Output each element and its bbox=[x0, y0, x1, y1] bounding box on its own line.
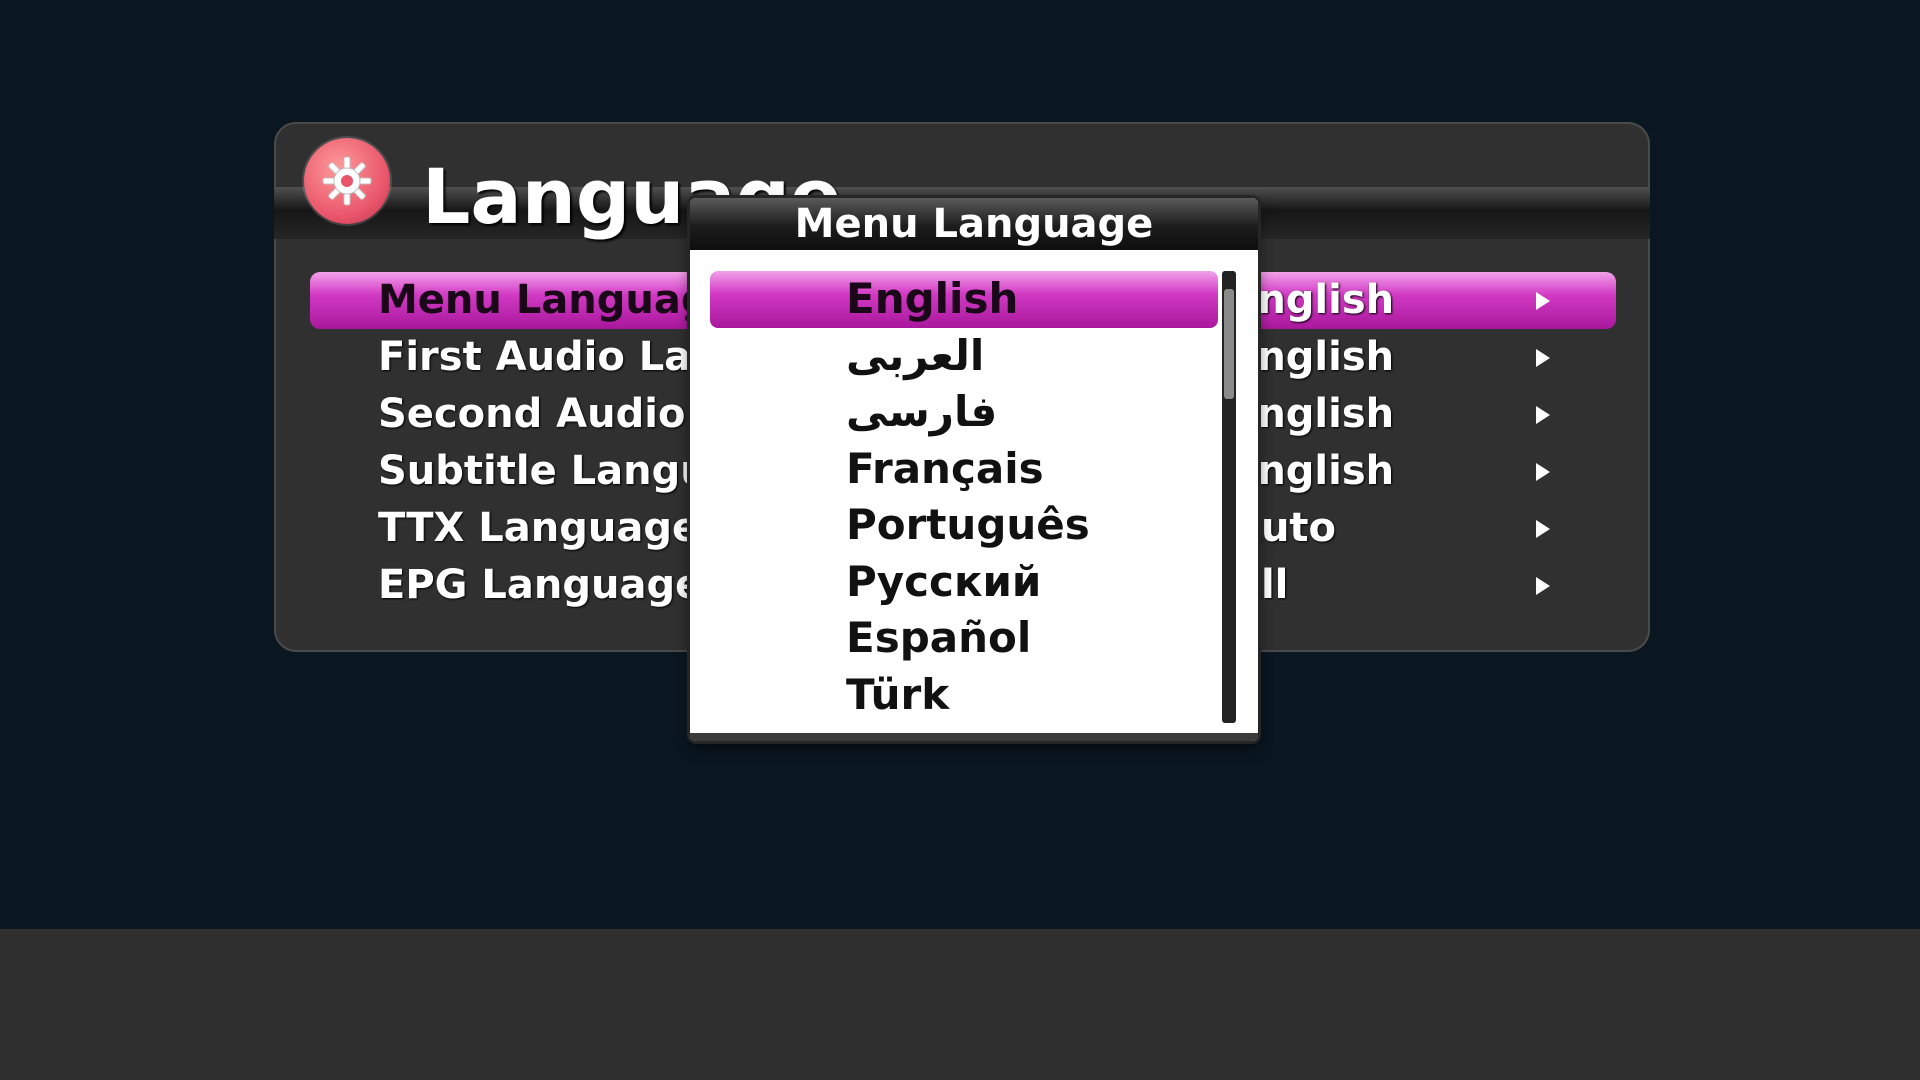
arrow-right-icon bbox=[1536, 463, 1550, 481]
language-option-label: Türk bbox=[846, 669, 950, 719]
scrollbar-thumb[interactable] bbox=[1224, 289, 1234, 399]
arrow-right-icon bbox=[1536, 349, 1550, 367]
language-option[interactable]: Español bbox=[710, 610, 1218, 667]
language-option[interactable]: Русский bbox=[710, 554, 1218, 611]
gear-icon bbox=[304, 138, 390, 224]
language-option-list: English العربى فارسى Français Português … bbox=[710, 271, 1218, 723]
language-option-label: Русский bbox=[846, 556, 1042, 606]
language-option[interactable]: فارسى bbox=[710, 384, 1218, 441]
language-option-label: Español bbox=[846, 613, 1032, 662]
language-option[interactable]: Türk bbox=[710, 667, 1218, 724]
setting-label: Menu Language bbox=[378, 277, 737, 323]
arrow-right-icon bbox=[1536, 406, 1550, 424]
arrow-right-icon bbox=[1536, 520, 1550, 538]
language-option[interactable]: Português bbox=[710, 497, 1218, 554]
language-option-label: Français bbox=[846, 443, 1044, 493]
arrow-right-icon bbox=[1536, 577, 1550, 595]
language-option[interactable]: Français bbox=[710, 441, 1218, 498]
language-option-label: فارسى bbox=[846, 387, 998, 436]
dropdown-footer bbox=[690, 733, 1258, 741]
arrow-right-icon bbox=[1536, 292, 1550, 310]
bottom-status-bar bbox=[0, 929, 1920, 1080]
language-option-label: Português bbox=[846, 500, 1090, 549]
menu-language-dropdown: Menu Language English العربى فارسى Franç… bbox=[690, 198, 1258, 741]
dropdown-title: Menu Language bbox=[690, 198, 1258, 250]
setting-label: TTX Language bbox=[378, 505, 700, 551]
language-option[interactable]: English bbox=[710, 271, 1218, 328]
scrollbar[interactable] bbox=[1222, 271, 1236, 723]
language-option-label: العربى bbox=[846, 330, 985, 380]
language-option[interactable]: العربى bbox=[710, 328, 1218, 385]
language-option-label: English bbox=[846, 274, 1019, 323]
setting-label: EPG Language bbox=[378, 562, 703, 608]
